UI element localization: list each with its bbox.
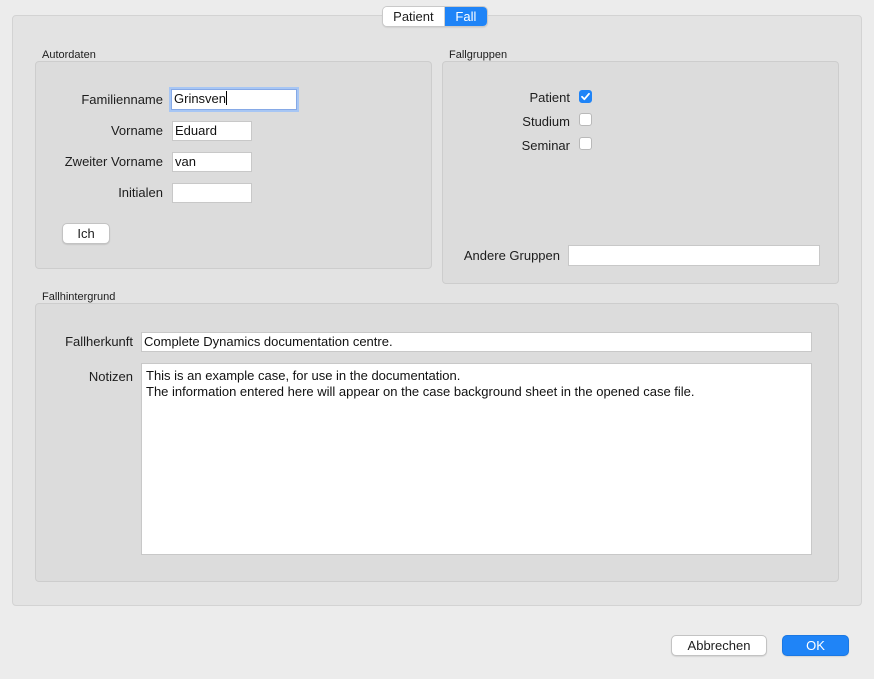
notizen-label: Notizen [88, 369, 133, 384]
familienname-value: Grinsven [174, 91, 227, 106]
studium-checkbox[interactable] [579, 113, 592, 126]
fallherkunft-field[interactable]: Complete Dynamics documentation centre. [141, 332, 812, 352]
autordaten-title: Autordaten [42, 49, 96, 61]
checkmark-icon [581, 92, 590, 101]
fallherkunft-label: Fallherkunft [65, 334, 133, 349]
initialen-label: Initialen [118, 185, 163, 200]
ich-button[interactable]: Ich [62, 223, 110, 244]
andere-gruppen-label: Andere Gruppen [463, 248, 560, 263]
ok-button[interactable]: OK [782, 635, 849, 656]
familienname-field[interactable]: Grinsven [171, 89, 297, 110]
zweiter-vorname-label: Zweiter Vorname [64, 154, 163, 169]
familienname-label: Familienname [81, 92, 163, 107]
studium-checkbox-label: Studium [522, 114, 570, 129]
tab-fall[interactable]: Fall [444, 7, 487, 26]
tab-control: Patient Fall [382, 6, 488, 27]
patient-checkbox-label: Patient [529, 90, 570, 105]
fallgruppen-title: Fallgruppen [449, 49, 508, 61]
tab-patient[interactable]: Patient [383, 7, 445, 26]
vorname-field[interactable]: Eduard [172, 121, 252, 141]
vorname-label: Vorname [110, 123, 163, 138]
patient-checkbox[interactable] [579, 90, 592, 103]
notizen-textarea[interactable]: This is an example case, for use in the … [141, 363, 812, 555]
fallhintergrund-title: Fallhintergrund [42, 291, 116, 303]
andere-gruppen-field[interactable] [568, 245, 820, 266]
initialen-field[interactable] [172, 183, 252, 203]
zweiter-vorname-field[interactable]: van [172, 152, 252, 172]
cancel-button[interactable]: Abbrechen [671, 635, 767, 656]
seminar-checkbox-label: Seminar [521, 138, 570, 153]
text-cursor [226, 91, 228, 105]
seminar-checkbox[interactable] [579, 137, 592, 150]
